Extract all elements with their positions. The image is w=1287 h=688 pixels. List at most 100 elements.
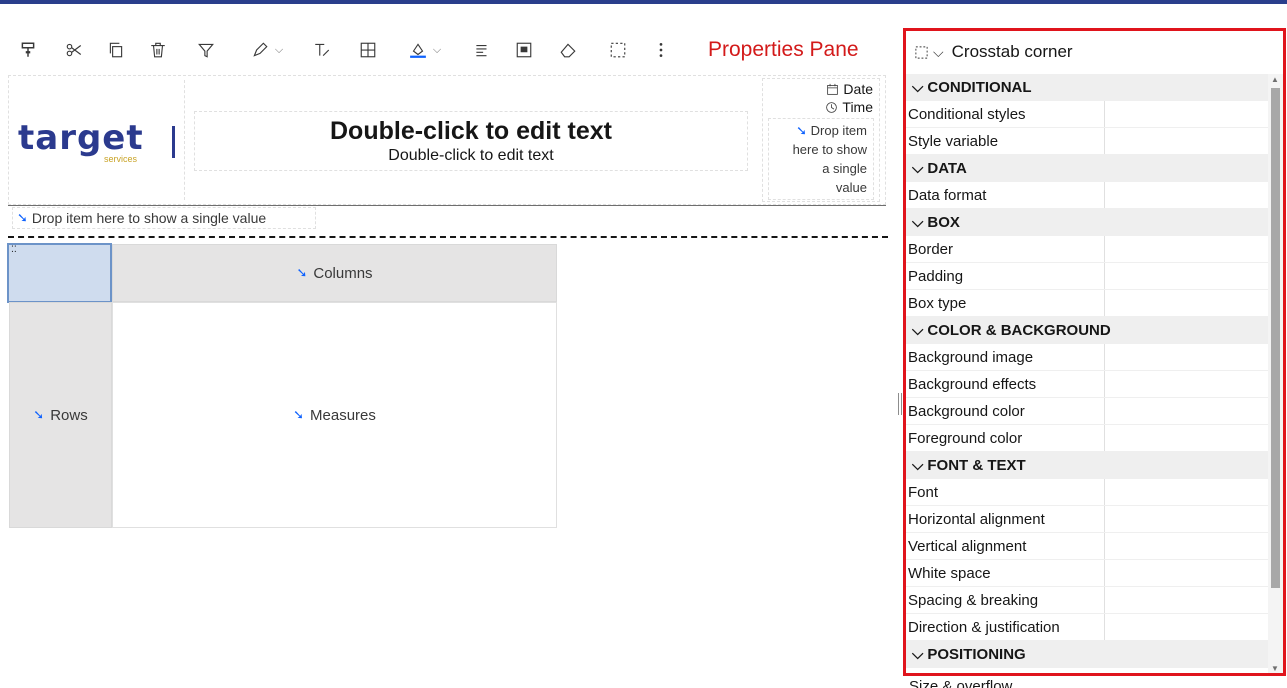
property-row[interactable]: Background image bbox=[906, 344, 1268, 371]
select-icon[interactable] bbox=[606, 30, 630, 70]
copy-icon[interactable] bbox=[104, 30, 128, 70]
fill-color-icon[interactable]: ⌵ bbox=[398, 30, 452, 70]
crosstab-rows-dropzone[interactable]: ➘ Rows bbox=[9, 302, 112, 528]
drop-text-line: here to show bbox=[792, 142, 867, 157]
properties-pane-callout: Properties Pane bbox=[708, 38, 859, 61]
property-row[interactable]: Style variable bbox=[906, 128, 1268, 155]
property-row[interactable]: Foreground color bbox=[906, 425, 1268, 452]
property-row[interactable]: Direction & justification bbox=[906, 614, 1268, 641]
more-icon[interactable] bbox=[652, 30, 670, 70]
frame-icon[interactable] bbox=[512, 30, 536, 70]
section-header[interactable]: ⌵ DATA bbox=[906, 155, 1268, 182]
section-header[interactable]: ⌵ COLOR & BACKGROUND bbox=[906, 317, 1268, 344]
property-row[interactable]: Background effects bbox=[906, 371, 1268, 398]
pen-icon[interactable]: ⌵ bbox=[240, 30, 294, 70]
property-value[interactable] bbox=[1105, 182, 1268, 208]
columns-label: Columns bbox=[313, 264, 373, 282]
pane-resize-handle[interactable] bbox=[898, 393, 902, 415]
chevron-down-icon: ⌵ bbox=[912, 322, 924, 339]
drop-zone-label: Drop item here to show a single value bbox=[31, 210, 267, 226]
property-row[interactable]: Conditional styles bbox=[906, 101, 1268, 128]
section-header[interactable]: ⌵ CONDITIONAL bbox=[906, 74, 1268, 101]
filter-icon[interactable] bbox=[194, 30, 218, 70]
rows-label: Rows bbox=[50, 406, 88, 424]
section-label: COLOR & BACKGROUND bbox=[927, 322, 1111, 339]
cut-icon[interactable] bbox=[62, 30, 86, 70]
property-value[interactable] bbox=[1105, 398, 1268, 424]
section-label: FONT & TEXT bbox=[927, 457, 1026, 474]
property-value[interactable] bbox=[1105, 101, 1268, 127]
drop-arrow-icon: ➘ bbox=[17, 210, 28, 225]
property-value[interactable] bbox=[1105, 128, 1268, 154]
section-header[interactable]: ⌵ POSITIONING bbox=[906, 641, 1268, 668]
list-icon[interactable] bbox=[470, 30, 494, 70]
eraser-icon[interactable] bbox=[556, 30, 580, 70]
property-value[interactable] bbox=[1105, 533, 1268, 559]
section-header[interactable]: ⌵ FONT & TEXT bbox=[906, 452, 1268, 479]
paint-format-icon[interactable] bbox=[16, 30, 40, 70]
property-value[interactable] bbox=[1105, 479, 1268, 505]
property-value[interactable] bbox=[1105, 614, 1268, 640]
property-label: White space bbox=[906, 560, 1105, 586]
title-textbox[interactable]: Double-click to edit text Double-click t… bbox=[194, 111, 748, 171]
property-row[interactable]: Vertical alignment bbox=[906, 533, 1268, 560]
property-row[interactable]: Box type bbox=[906, 290, 1268, 317]
drop-text-line: a single bbox=[822, 161, 867, 176]
drop-text-line: Drop item bbox=[810, 123, 867, 138]
crosstab-measures-dropzone[interactable]: ➘ Measures bbox=[112, 302, 557, 528]
time-item[interactable]: Time bbox=[825, 99, 873, 115]
property-row[interactable]: Background color bbox=[906, 398, 1268, 425]
drop-arrow-icon: ➘ bbox=[33, 407, 45, 422]
drop-arrow-icon: ➘ bbox=[296, 265, 308, 280]
property-row[interactable]: Padding bbox=[906, 263, 1268, 290]
property-row[interactable]: Data format bbox=[906, 182, 1268, 209]
select-icon bbox=[915, 45, 928, 59]
property-row[interactable]: Font bbox=[906, 479, 1268, 506]
scroll-down-icon[interactable]: ▼ bbox=[1271, 664, 1279, 673]
report-title[interactable]: Double-click to edit text bbox=[195, 116, 747, 146]
chevron-down-icon: ⌵ bbox=[933, 43, 944, 60]
property-value[interactable] bbox=[1105, 236, 1268, 262]
property-value[interactable] bbox=[1105, 587, 1268, 613]
property-value[interactable] bbox=[1105, 344, 1268, 370]
property-row[interactable]: White space bbox=[906, 560, 1268, 587]
property-value[interactable] bbox=[1105, 425, 1268, 451]
scroll-up-icon[interactable]: ▲ bbox=[1271, 75, 1279, 84]
drop-zone-single-value-right[interactable]: ➘ Drop item here to show a single value bbox=[768, 118, 874, 200]
report-subtitle[interactable]: Double-click to edit text bbox=[195, 146, 747, 166]
property-label: Border bbox=[906, 236, 1105, 262]
property-row[interactable]: Horizontal alignment bbox=[906, 506, 1268, 533]
crosstab-corner-selected[interactable]: ⁚⁚ bbox=[7, 243, 112, 303]
drag-handle-icon[interactable]: ⁚⁚ bbox=[11, 245, 17, 254]
property-label: Conditional styles bbox=[906, 101, 1105, 127]
scroll-thumb[interactable] bbox=[1271, 88, 1280, 588]
pane-scrollbar[interactable]: ▲ ▼ bbox=[1268, 74, 1283, 673]
property-value[interactable] bbox=[1105, 506, 1268, 532]
property-value[interactable] bbox=[1105, 560, 1268, 586]
logo-subtext: services bbox=[104, 154, 138, 164]
property-row-cut[interactable]: Size & overflow bbox=[903, 676, 1283, 688]
chevron-down-icon: ⌵ bbox=[912, 79, 924, 96]
property-label: Foreground color bbox=[906, 425, 1105, 451]
property-value[interactable] bbox=[1105, 290, 1268, 316]
delete-icon[interactable] bbox=[146, 30, 170, 70]
clear-format-icon[interactable] bbox=[310, 30, 334, 70]
date-item[interactable]: Date bbox=[826, 81, 873, 97]
property-label: Data format bbox=[906, 182, 1105, 208]
property-value[interactable] bbox=[1105, 263, 1268, 289]
property-row[interactable]: Border bbox=[906, 236, 1268, 263]
header-divider bbox=[8, 205, 886, 206]
property-label: Vertical alignment bbox=[906, 533, 1105, 559]
property-row[interactable]: Spacing & breaking bbox=[906, 587, 1268, 614]
crosstab-columns-dropzone[interactable]: ➘ Columns bbox=[112, 244, 557, 302]
section-label: DATA bbox=[927, 160, 967, 177]
chevron-down-icon: ⌵ bbox=[912, 646, 924, 663]
section-header[interactable]: ⌵ BOX bbox=[906, 209, 1268, 236]
object-selector[interactable]: ⌵ bbox=[914, 44, 944, 61]
clock-icon bbox=[826, 101, 838, 113]
drop-zone-single-value[interactable]: ➘ Drop item here to show a single value bbox=[12, 207, 316, 229]
property-value[interactable] bbox=[1105, 371, 1268, 397]
calendar-icon bbox=[827, 83, 839, 95]
table-icon[interactable] bbox=[356, 30, 380, 70]
measures-label: Measures bbox=[310, 406, 376, 424]
